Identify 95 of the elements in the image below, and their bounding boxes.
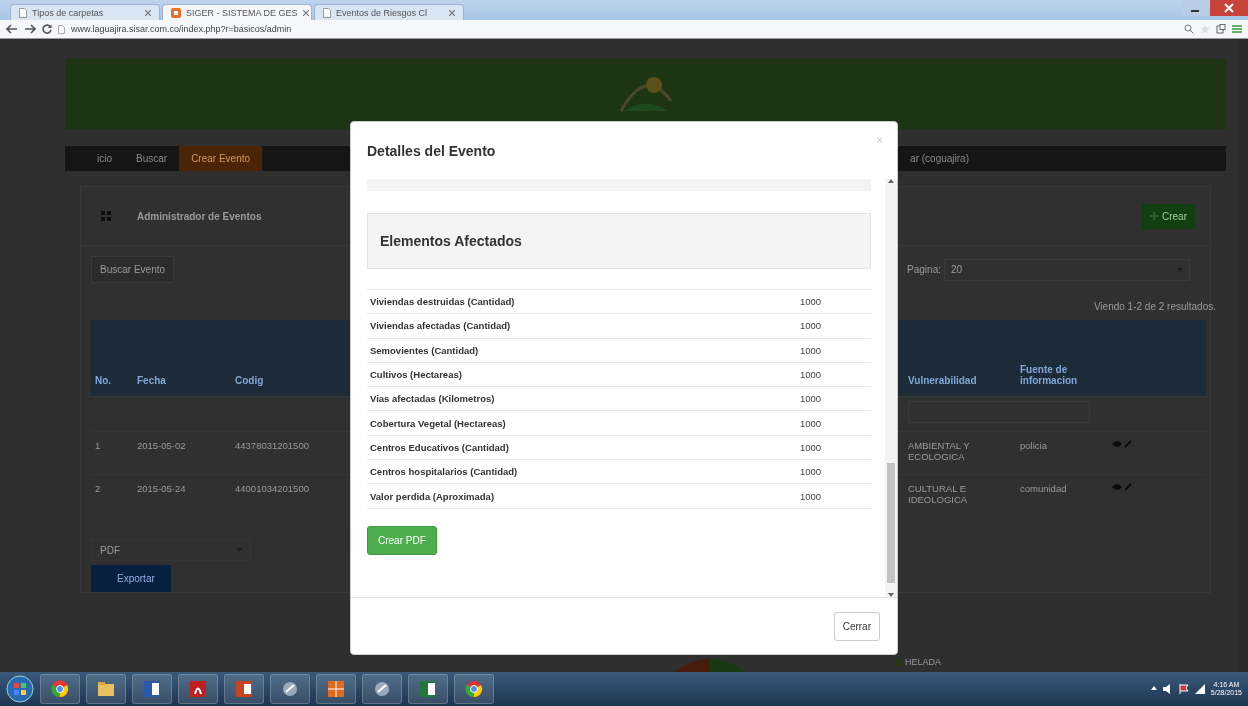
browser-tab[interactable]: Tipos de carpetas bbox=[10, 4, 160, 20]
page-size-select[interactable]: 20 bbox=[944, 258, 1190, 281]
table-cell: policia bbox=[1016, 431, 1108, 475]
grid-icon bbox=[101, 211, 111, 221]
taskbar-button[interactable] bbox=[316, 674, 356, 704]
flag-icon[interactable] bbox=[1178, 684, 1189, 694]
network-icon[interactable] bbox=[1194, 684, 1205, 694]
grid-icon bbox=[327, 680, 345, 698]
media-icon bbox=[281, 680, 299, 698]
spreadsheet-icon bbox=[419, 680, 437, 698]
column-header: Vulnerabilidad bbox=[904, 320, 1016, 397]
field-label: Centros hospitalarios (Cantidad) bbox=[370, 466, 519, 478]
table-cell: 2015-05-24 bbox=[133, 474, 231, 517]
tray-arrow-icon[interactable] bbox=[1150, 686, 1157, 692]
page-size-label: Pagina: bbox=[907, 264, 941, 275]
field-value: 1000 bbox=[800, 296, 822, 308]
taskbar-button[interactable] bbox=[270, 674, 310, 704]
speaker-icon[interactable] bbox=[1162, 684, 1173, 694]
field-value: 1000 bbox=[800, 393, 822, 405]
field-label: Valor perdida (Aproximada) bbox=[370, 490, 496, 502]
browser-icon bbox=[465, 680, 483, 698]
taskbar-button[interactable] bbox=[40, 674, 80, 704]
extension-icon[interactable] bbox=[1216, 24, 1226, 34]
panel-title: Administrador de Eventos bbox=[137, 210, 263, 222]
legend-label: HELADA bbox=[905, 657, 941, 667]
taskbar-button[interactable] bbox=[454, 674, 494, 704]
close-icon[interactable] bbox=[145, 9, 151, 16]
taskbar-button[interactable] bbox=[132, 674, 172, 704]
nav-item[interactable]: Buscar bbox=[124, 146, 180, 171]
document-icon bbox=[143, 680, 161, 698]
plus-icon bbox=[1150, 212, 1158, 220]
field-label: Cultivos (Hectareas) bbox=[370, 369, 463, 381]
field-value: 1000 bbox=[800, 369, 822, 381]
page-icon bbox=[323, 7, 331, 18]
close-modal-button[interactable]: Cerrar bbox=[833, 611, 880, 641]
export-format-select[interactable]: PDF bbox=[91, 539, 251, 561]
create-button[interactable]: Crear bbox=[1142, 203, 1195, 229]
field-value: 1000 bbox=[800, 344, 822, 356]
reload-icon[interactable] bbox=[42, 24, 52, 34]
media-icon bbox=[373, 680, 391, 698]
browser-icon bbox=[51, 680, 69, 698]
star-icon[interactable] bbox=[1200, 24, 1210, 34]
taskbar-button[interactable] bbox=[86, 674, 126, 704]
close-icon[interactable] bbox=[1210, 0, 1248, 16]
field-value: 1000 bbox=[800, 466, 822, 478]
forward-icon[interactable] bbox=[24, 24, 36, 34]
page-icon bbox=[171, 7, 181, 18]
modal-scrollbar[interactable] bbox=[885, 179, 897, 597]
search-event-button[interactable]: Buscar Evento bbox=[91, 256, 175, 283]
browser-tab[interactable]: SIGER - SISTEMA DE GES bbox=[162, 4, 312, 20]
document-icon bbox=[189, 680, 207, 698]
table-cell: 2015-05-02 bbox=[133, 431, 231, 475]
minimize-icon[interactable] bbox=[1182, 0, 1208, 16]
field-value: 1000 bbox=[800, 441, 822, 453]
nav-item[interactable]: icio bbox=[85, 146, 124, 171]
table-cell: 2 bbox=[91, 474, 133, 517]
legend-swatch-icon bbox=[895, 658, 902, 666]
field-value: 1000 bbox=[800, 490, 822, 502]
close-icon[interactable] bbox=[302, 9, 309, 16]
field-value: 1000 bbox=[800, 417, 822, 429]
column-header: No. bbox=[91, 320, 133, 397]
nav-item[interactable]: ar (coguajira) bbox=[898, 146, 981, 171]
table-cell: comunidad bbox=[1016, 474, 1108, 517]
browser-tab[interactable]: Eventos de Riesgos Cl bbox=[314, 4, 464, 20]
taskbar-button[interactable] bbox=[408, 674, 448, 704]
start-orb-icon[interactable] bbox=[6, 675, 34, 703]
field-label: Viviendas destruidas (Cantidad) bbox=[370, 296, 516, 308]
taskbar-button[interactable] bbox=[224, 674, 264, 704]
field-label: Vias afectadas (Kilometros) bbox=[370, 393, 496, 405]
back-icon[interactable] bbox=[6, 24, 18, 34]
field-value: 1000 bbox=[800, 320, 822, 332]
folder-icon bbox=[97, 680, 115, 698]
results-summary: Viendo 1-2 de 2 resultados. bbox=[1093, 301, 1216, 312]
table-cell: 1 bbox=[91, 431, 133, 475]
taskbar-button[interactable] bbox=[178, 674, 218, 704]
field-label: Centros Educativos (Cantidad) bbox=[370, 441, 510, 453]
page-icon bbox=[19, 7, 27, 18]
slides-icon bbox=[235, 680, 253, 698]
field-label: Semovientes (Cantidad) bbox=[370, 344, 480, 356]
column-header: Fuente de informacion bbox=[1016, 320, 1108, 397]
field-label: Viviendas afectadas (Cantidad) bbox=[370, 320, 512, 332]
export-button[interactable]: Exportar bbox=[91, 565, 171, 592]
taskbar-button[interactable] bbox=[362, 674, 402, 704]
close-icon[interactable] bbox=[449, 9, 455, 16]
page-icon bbox=[58, 24, 65, 34]
scroll-up-icon bbox=[888, 179, 894, 183]
table-cell: AMBIENTAL Y ECOLOGICA bbox=[904, 431, 1016, 475]
section-heading: Elementos Afectados bbox=[367, 213, 871, 269]
column-header: Fecha bbox=[133, 320, 231, 397]
zoom-icon[interactable] bbox=[1184, 24, 1194, 34]
scroll-thumb[interactable] bbox=[887, 463, 895, 583]
nav-item[interactable]: Crear Evento bbox=[179, 146, 263, 171]
modal-title: Detalles del Evento bbox=[367, 142, 496, 159]
field-label: Cobertura Vegetal (Hectareas) bbox=[370, 417, 507, 429]
table-cell: CULTURAL E IDEOLOGICA bbox=[904, 474, 1016, 517]
